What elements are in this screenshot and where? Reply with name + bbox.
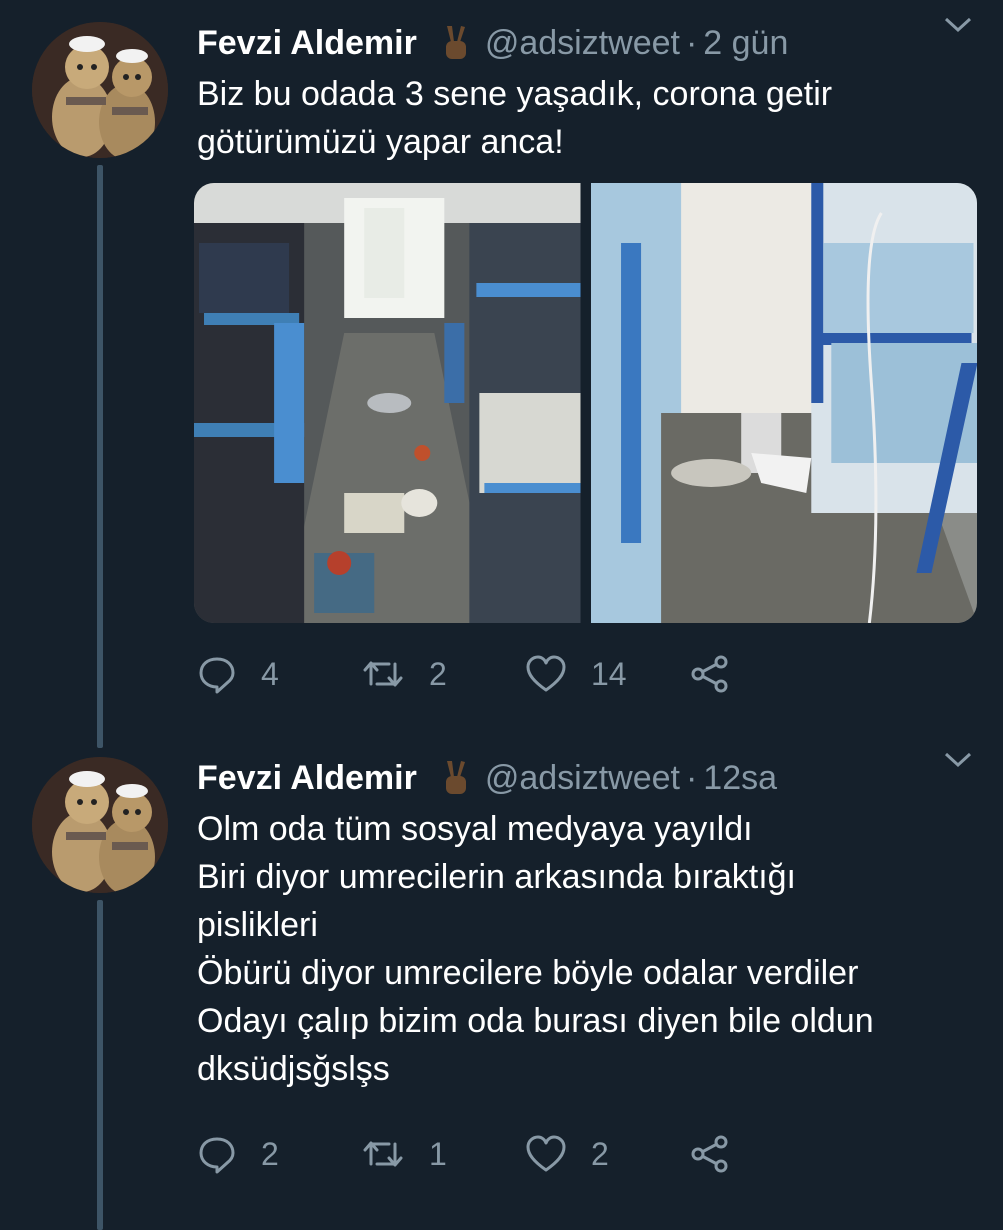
victory-hand-icon <box>441 24 471 62</box>
thread-line <box>97 165 103 748</box>
tweet[interactable]: Fevzi Aldemir @adsiztweet · 2 gün Biz bu… <box>0 0 1003 748</box>
separator-dot: · <box>685 758 698 797</box>
like-button[interactable]: 14 <box>525 654 689 694</box>
timestamp[interactable]: 12sa <box>703 759 777 798</box>
avatar[interactable] <box>32 22 168 158</box>
share-icon <box>691 655 728 693</box>
thread-line <box>97 900 103 1230</box>
reply-icon <box>199 657 235 694</box>
reply-icon <box>199 1137 235 1174</box>
media-image-1[interactable] <box>194 183 581 623</box>
retweet-button[interactable]: 2 <box>361 654 525 694</box>
author-name[interactable]: Fevzi Aldemir <box>197 24 417 63</box>
share-button[interactable] <box>689 1133 853 1175</box>
tweet-media[interactable] <box>194 183 977 623</box>
heart-icon <box>526 1135 566 1172</box>
avatar[interactable] <box>32 757 168 893</box>
retweet-icon <box>363 661 403 687</box>
victory-hand-icon <box>441 759 471 797</box>
reply-button[interactable]: 4 <box>197 654 361 694</box>
chevron-down-icon[interactable] <box>943 14 973 34</box>
separator-dot: · <box>685 23 698 62</box>
tweet-text: Olm oda tüm sosyal medyaya yayıldı Biri … <box>197 810 874 1088</box>
reply-button[interactable]: 2 <box>197 1134 361 1174</box>
share-button[interactable] <box>689 653 853 695</box>
reply-count: 4 <box>261 655 279 692</box>
share-icon <box>691 1135 728 1173</box>
like-count: 2 <box>591 1135 609 1172</box>
retweet-icon <box>363 1141 403 1167</box>
author-handle[interactable]: @adsiztweet <box>485 759 680 798</box>
tweet-text: Biz bu odada 3 sene yaşadık, corona geti… <box>197 75 833 161</box>
retweet-count: 1 <box>429 1135 447 1172</box>
timestamp[interactable]: 2 gün <box>703 24 788 63</box>
reply-count: 2 <box>261 1135 279 1172</box>
like-button[interactable]: 2 <box>525 1134 689 1174</box>
tweet-actions: 4 2 14 <box>197 652 853 696</box>
tweet-header: Fevzi Aldemir @adsiztweet · 12sa <box>197 755 983 801</box>
media-image-2[interactable] <box>590 183 977 623</box>
tweet-header: Fevzi Aldemir @adsiztweet · 2 gün <box>197 20 983 66</box>
tweet-actions: 2 1 2 <box>197 1132 853 1176</box>
author-name[interactable]: Fevzi Aldemir <box>197 759 417 798</box>
author-handle[interactable]: @adsiztweet <box>485 24 680 63</box>
heart-icon <box>526 655 566 692</box>
chevron-down-icon[interactable] <box>943 749 973 769</box>
like-count: 14 <box>591 655 627 692</box>
tweet[interactable]: Fevzi Aldemir @adsiztweet · 12sa Olm oda… <box>0 735 1003 1230</box>
retweet-count: 2 <box>429 655 447 692</box>
retweet-button[interactable]: 1 <box>361 1134 525 1174</box>
